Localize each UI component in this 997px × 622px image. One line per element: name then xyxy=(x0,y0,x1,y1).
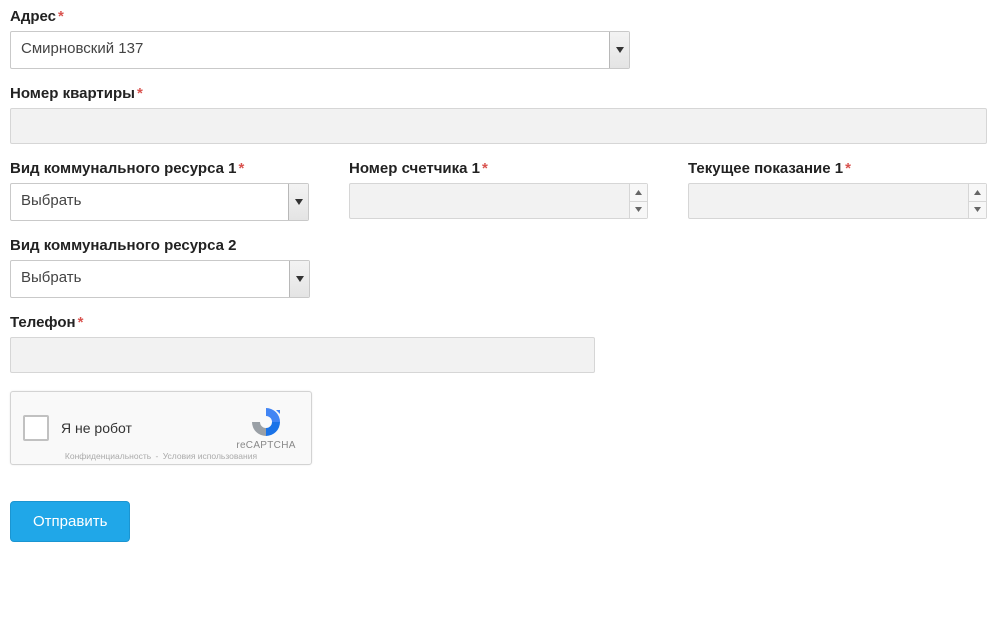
required-asterisk: * xyxy=(78,314,84,331)
required-asterisk: * xyxy=(58,8,64,25)
reading1-label: Текущее показание 1* xyxy=(688,160,987,177)
recaptcha-widget[interactable]: Я не робот reCAPTCHA Конфиденциальность … xyxy=(10,391,312,465)
resource1-label: Вид коммунального ресурса 1* xyxy=(10,160,309,177)
dropdown-icon xyxy=(289,261,309,297)
required-asterisk: * xyxy=(137,85,143,102)
dropdown-icon xyxy=(609,32,629,68)
phone-input[interactable] xyxy=(10,337,595,373)
spinner-down-icon[interactable] xyxy=(969,202,986,219)
resource2-label: Вид коммунального ресурса 2 xyxy=(10,237,987,254)
recaptcha-text: Я не робот xyxy=(61,420,231,436)
resource1-select[interactable]: Выбрать xyxy=(10,183,309,221)
spinner-down-icon[interactable] xyxy=(630,202,647,219)
dropdown-icon xyxy=(288,184,308,220)
spinner-up-icon[interactable] xyxy=(630,184,647,202)
address-label: Адрес* xyxy=(10,8,987,25)
address-select[interactable]: Смирновский 137 xyxy=(10,31,630,69)
reading1-input[interactable] xyxy=(688,183,987,219)
recaptcha-brand: reCAPTCHA xyxy=(231,440,301,451)
resource2-value: Выбрать xyxy=(11,261,289,297)
resource2-select[interactable]: Выбрать xyxy=(10,260,310,298)
spinner-up-icon[interactable] xyxy=(969,184,986,202)
meter1-label: Номер счетчика 1* xyxy=(349,160,648,177)
recaptcha-checkbox[interactable] xyxy=(23,415,49,441)
meter1-value xyxy=(350,184,629,218)
required-asterisk: * xyxy=(238,160,244,177)
submit-button[interactable]: Отправить xyxy=(10,501,130,542)
address-value: Смирновский 137 xyxy=(11,32,609,68)
apartment-label: Номер квартиры* xyxy=(10,85,987,102)
required-asterisk: * xyxy=(845,160,851,177)
required-asterisk: * xyxy=(482,160,488,177)
recaptcha-footer: Конфиденциальность - Условия использован… xyxy=(11,451,311,461)
apartment-input[interactable] xyxy=(10,108,987,144)
reading1-value xyxy=(689,184,968,218)
recaptcha-icon xyxy=(250,406,282,438)
phone-label: Телефон* xyxy=(10,314,987,331)
resource1-value: Выбрать xyxy=(11,184,288,220)
meter1-input[interactable] xyxy=(349,183,648,219)
